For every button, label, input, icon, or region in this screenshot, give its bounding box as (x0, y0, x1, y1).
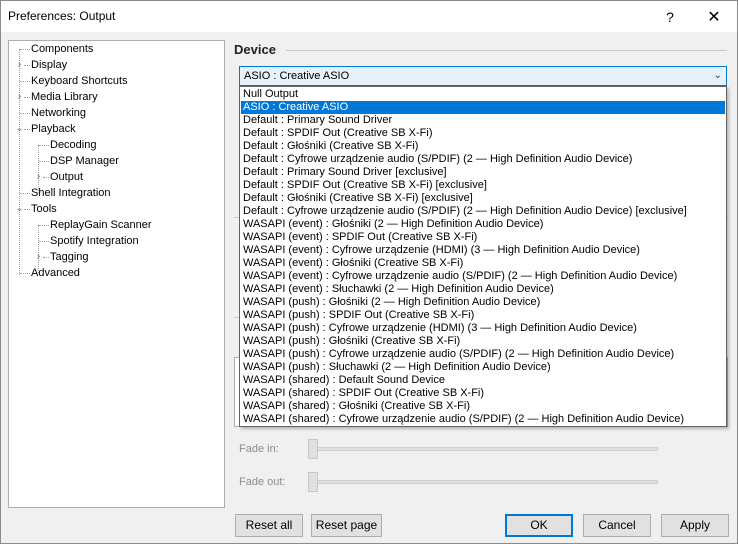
close-button[interactable]: ✕ (691, 1, 737, 32)
device-option[interactable]: WASAPI (push) : Słuchawki (2 — High Defi… (241, 361, 725, 374)
device-option[interactable]: WASAPI (shared) : SPDIF Out (Creative SB… (241, 387, 725, 400)
tree-connector (39, 241, 49, 242)
tree-item-label: Tools (31, 203, 57, 215)
device-option[interactable]: WASAPI (push) : Głośniki (Creative SB X-… (241, 335, 725, 348)
chevron-right-icon[interactable]: › (34, 169, 43, 185)
tree-connector (43, 177, 49, 178)
device-option[interactable]: WASAPI (event) : Głośniki (Creative SB X… (241, 257, 725, 270)
tree-item-label: Output (50, 171, 84, 183)
title-bar: Preferences: Output ? ✕ (1, 1, 737, 32)
tree-item-label: Decoding (50, 139, 97, 151)
section-divider (286, 50, 727, 51)
apply-button[interactable]: Apply (661, 514, 729, 537)
fade-in-label: Fade in: (239, 443, 279, 455)
chevron-right-icon[interactable]: › (34, 249, 43, 265)
device-option[interactable]: Null Output (241, 88, 725, 101)
chevron-right-icon[interactable]: › (15, 89, 24, 105)
reset-page-button[interactable]: Reset page (311, 514, 382, 537)
device-option[interactable]: Default : Primary Sound Driver [exclusiv… (241, 166, 725, 179)
chevron-right-icon[interactable]: › (15, 57, 24, 73)
tree-connector (19, 49, 20, 275)
device-option[interactable]: WASAPI (event) : SPDIF Out (Creative SB … (241, 231, 725, 244)
device-option[interactable]: Default : SPDIF Out (Creative SB X-Fi) [… (241, 179, 725, 192)
fade-out-label: Fade out: (239, 476, 286, 488)
device-option[interactable]: WASAPI (shared) : Cyfrowe urządzenie aud… (241, 413, 725, 426)
device-select[interactable]: ASIO : Creative ASIO ⌄ (239, 66, 727, 86)
tree-connector (39, 225, 49, 226)
tree-connector (24, 129, 30, 130)
chevron-down-icon: ⌄ (713, 70, 722, 81)
tree-item-label: Playback (31, 123, 76, 135)
tree-connector (39, 145, 49, 146)
tree-connector (20, 81, 30, 82)
device-option[interactable]: Default : Głośniki (Creative SB X-Fi) [e… (241, 192, 725, 205)
tree-item-label: Keyboard Shortcuts (31, 75, 128, 87)
device-option[interactable]: Default : Głośniki (Creative SB X-Fi) (241, 140, 725, 153)
fade-out-slider-thumb[interactable] (308, 472, 318, 492)
tree-item-label: Networking (31, 107, 87, 119)
fade-in-slider-thumb[interactable] (308, 439, 318, 459)
device-option[interactable]: Default : Primary Sound Driver (241, 114, 725, 127)
tree-item-label: ReplayGain Scanner (50, 219, 152, 231)
device-option[interactable]: WASAPI (shared) : Głośniki (Creative SB … (241, 400, 725, 413)
device-option[interactable]: WASAPI (push) : Cyfrowe urządzenie audio… (241, 348, 725, 361)
device-option[interactable]: WASAPI (event) : Cyfrowe urządzenie (HDM… (241, 244, 725, 257)
device-option[interactable]: WASAPI (event) : Głośniki (2 — High Defi… (241, 218, 725, 231)
tree-connector (24, 97, 30, 98)
device-option[interactable]: WASAPI (event) : Słuchawki (2 — High Def… (241, 283, 725, 296)
tree-item-label: Components (31, 43, 94, 55)
device-select-value: ASIO : Creative ASIO (244, 70, 350, 82)
fade-in-slider-track (313, 447, 658, 451)
tree-item-label: Shell Integration (31, 187, 111, 199)
device-option[interactable]: WASAPI (push) : Głośniki (2 — High Defin… (241, 296, 725, 309)
help-button[interactable]: ? (647, 1, 693, 32)
ok-button[interactable]: OK (505, 514, 573, 537)
device-option[interactable]: WASAPI (shared) : Default Sound Device (241, 374, 725, 387)
device-option[interactable]: Default : Cyfrowe urządzenie audio (S/PD… (241, 153, 725, 166)
device-option[interactable]: WASAPI (push) : SPDIF Out (Creative SB X… (241, 309, 725, 322)
tree-connector (39, 161, 49, 162)
device-option[interactable]: ASIO : Creative ASIO (241, 101, 725, 114)
device-option[interactable]: Default : Cyfrowe urządzenie audio (S/PD… (241, 205, 725, 218)
tree-item-label: Tagging (50, 251, 89, 263)
tree-connector (43, 257, 49, 258)
tree-connector (20, 193, 30, 194)
preferences-window: Preferences: Output ? ✕ Components › Dis… (0, 0, 738, 544)
tree-connector (20, 113, 30, 114)
tree-connector (24, 209, 30, 210)
chevron-down-icon[interactable]: ⌄ (15, 121, 24, 137)
preferences-tree[interactable]: Components › Display Keyboard Shortcuts … (8, 40, 225, 508)
tree-item-label: Media Library (31, 91, 98, 103)
tree-item-label: DSP Manager (50, 155, 119, 167)
tree-item-label: Advanced (31, 267, 80, 279)
device-section-title: Device (234, 42, 276, 57)
cancel-button[interactable]: Cancel (583, 514, 651, 537)
tree-connector (20, 49, 30, 50)
tree-connector (24, 65, 30, 66)
chevron-down-icon[interactable]: ⌄ (15, 201, 24, 217)
fade-out-slider-track (313, 480, 658, 484)
reset-all-button[interactable]: Reset all (235, 514, 303, 537)
tree-connector (20, 273, 30, 274)
device-dropdown-list[interactable]: Null Output ASIO : Creative ASIO Default :… (239, 86, 727, 427)
tree-item-label: Display (31, 59, 68, 71)
window-title: Preferences: Output (8, 9, 116, 23)
device-option[interactable]: WASAPI (push) : Cyfrowe urządzenie (HDMI… (241, 322, 725, 335)
device-option[interactable]: WASAPI (event) : Cyfrowe urządzenie audi… (241, 270, 725, 283)
device-option[interactable]: Default : SPDIF Out (Creative SB X-Fi) (241, 127, 725, 140)
tree-item-label: Spotify Integration (50, 235, 139, 247)
